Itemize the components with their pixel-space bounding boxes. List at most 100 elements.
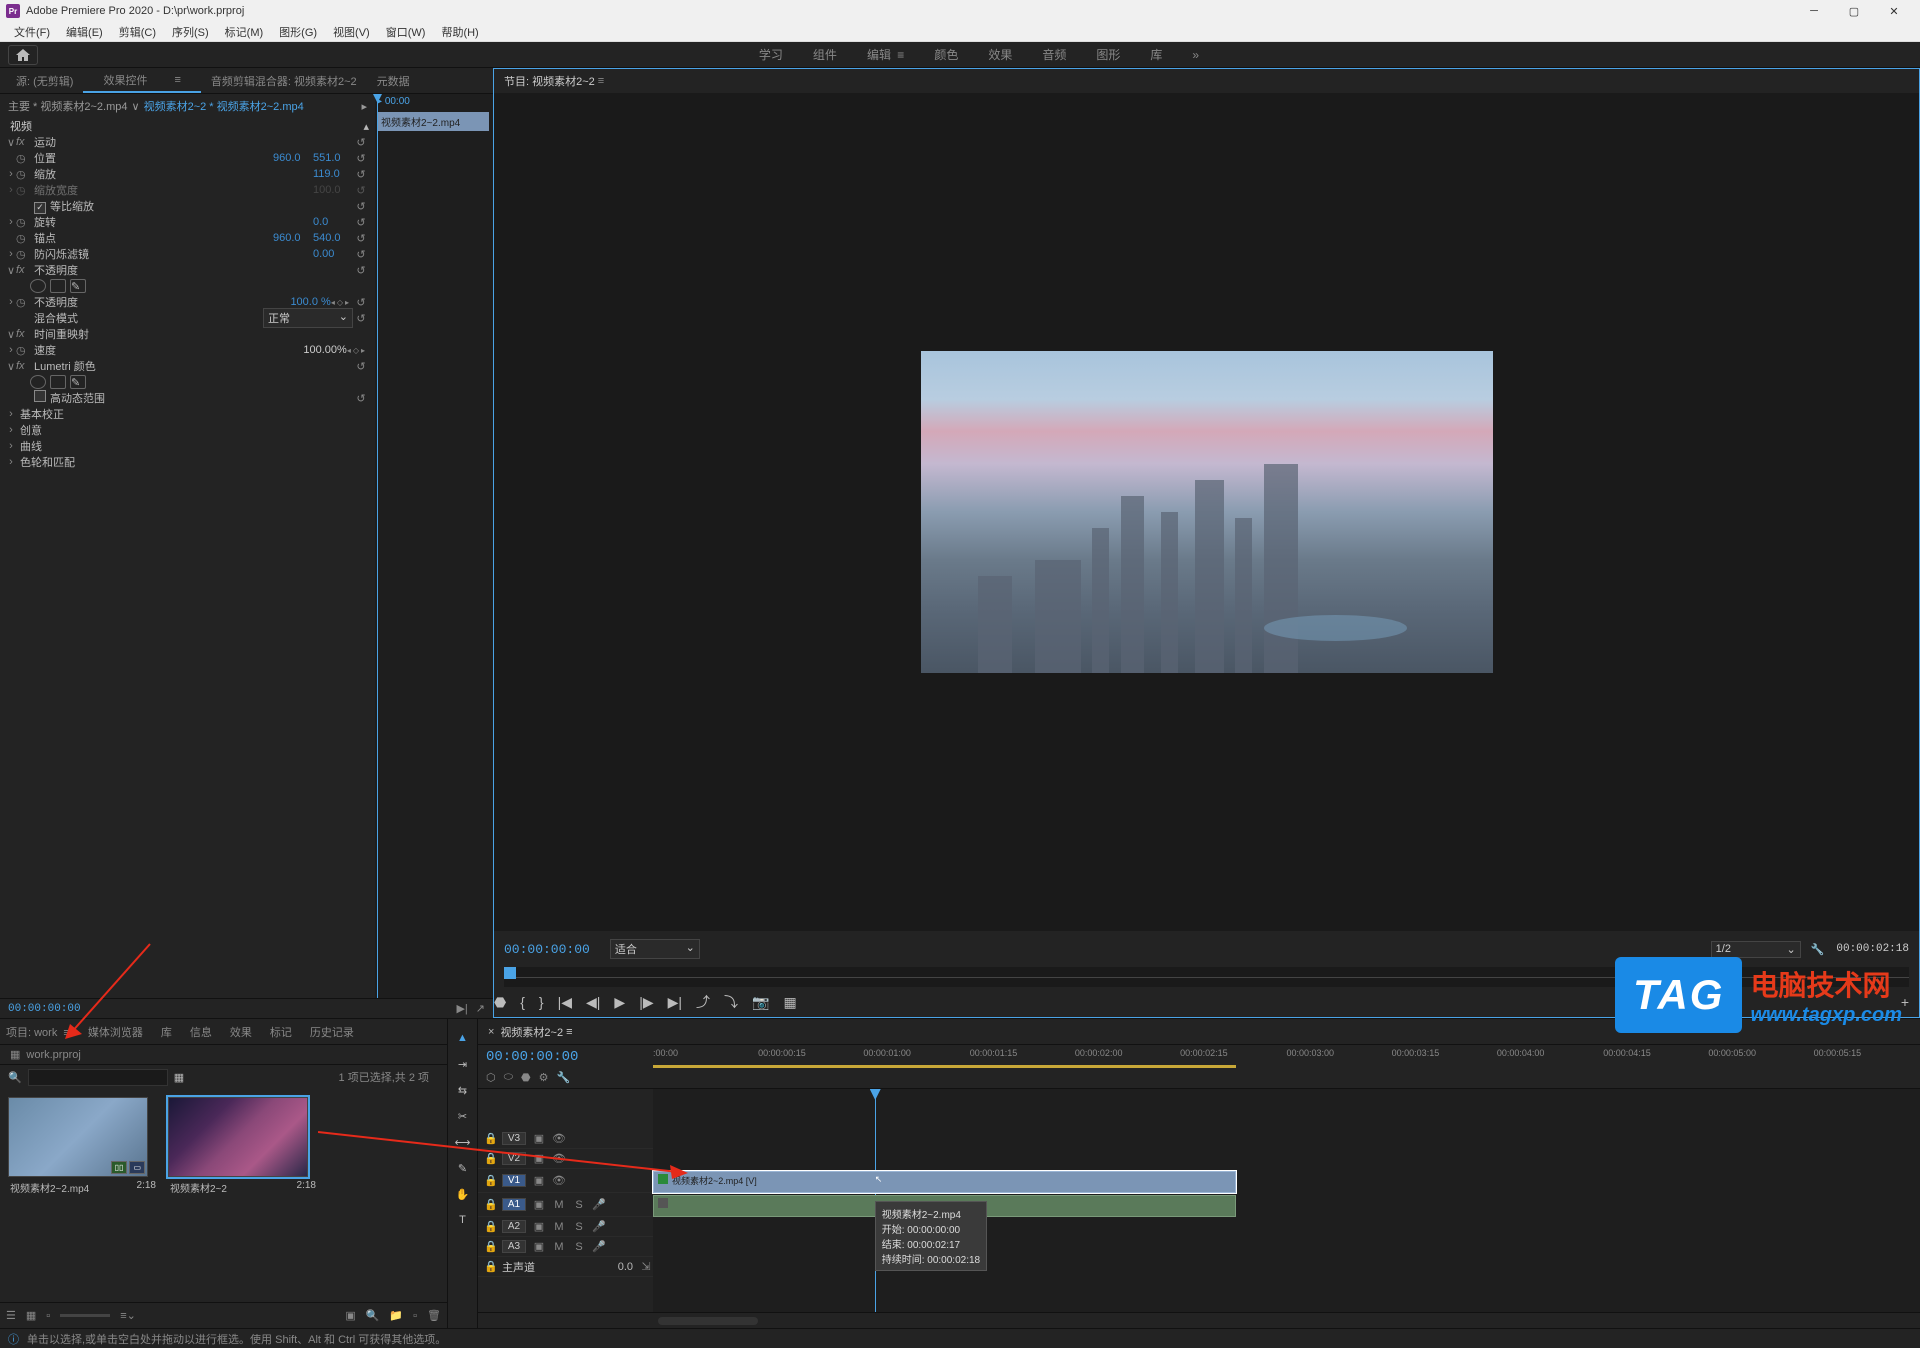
comparison-icon[interactable]: ▦ (783, 994, 796, 1011)
wrench-icon[interactable]: 🔧 (1811, 943, 1825, 956)
stopwatch-icon[interactable]: ◷ (16, 248, 30, 261)
pen-mask-button[interactable]: ✎ (70, 279, 86, 293)
ec-play-icon[interactable]: ▸ (361, 100, 367, 113)
loop-icon[interactable]: ▶| (456, 1002, 467, 1015)
blend-mode-select[interactable]: 正常⌄ (263, 308, 353, 328)
project-breadcrumb[interactable]: ▦ work.prproj (0, 1045, 447, 1065)
twirl-icon[interactable]: › (6, 248, 16, 260)
ec-timeline-area[interactable]: ▸ 00:00 视频素材2~2.mp4 (375, 94, 493, 998)
menu-clip[interactable]: 剪辑(C) (111, 24, 164, 40)
ellipse-mask-button[interactable] (30, 375, 46, 389)
track-header-a2[interactable]: 🔒A2▣MS🎤 (478, 1217, 653, 1237)
master-level[interactable]: 0.0 (618, 1261, 633, 1273)
tab-history[interactable]: 历史记录 (310, 1024, 354, 1040)
scale-value[interactable]: 119.0 (313, 168, 353, 180)
reset-icon[interactable]: ↺ (353, 296, 369, 309)
bin-item-clip[interactable]: ▯▯▭ 视频素材2~2.mp42:18 (8, 1097, 158, 1198)
page-select[interactable]: 1/2⌄ (1711, 941, 1801, 958)
anchor-y-value[interactable]: 540.0 (313, 232, 353, 244)
home-icon[interactable] (8, 45, 38, 65)
twirl-icon[interactable]: ∨ (6, 136, 16, 149)
solo-icon[interactable]: S (572, 1241, 586, 1253)
twirl-icon[interactable]: ∨ (6, 360, 16, 373)
uniform-scale-checkbox[interactable] (34, 202, 46, 214)
ellipse-mask-button[interactable] (30, 279, 46, 293)
settings-icon[interactable]: ⚙ (539, 1071, 549, 1084)
tab-project[interactable]: 项目: work ≡ (6, 1024, 70, 1040)
menu-markers[interactable]: 标记(M) (217, 24, 272, 40)
wrench-icon[interactable]: 🔧 (557, 1071, 571, 1084)
workspace-tab-library[interactable]: 库 (1150, 46, 1162, 63)
lock-icon[interactable]: 🔒 (484, 1198, 496, 1211)
prev-keyframe-icon[interactable]: ◂ (347, 346, 351, 355)
rect-mask-button[interactable] (50, 279, 66, 293)
reset-icon[interactable]: ↺ (353, 168, 369, 181)
add-keyframe-icon[interactable]: ◇ (337, 298, 343, 307)
stopwatch-icon[interactable]: ◷ (16, 232, 30, 245)
mute-icon[interactable]: M (552, 1241, 566, 1253)
bin-thumbnail[interactable]: ▯▯▭ (8, 1097, 148, 1177)
twirl-icon[interactable]: › (6, 216, 16, 228)
timeline-timecode[interactable]: 00:00:00:00 (486, 1049, 645, 1065)
opacity-value[interactable]: 100.0 % (290, 296, 330, 308)
export-frame-icon[interactable]: 📷 (752, 994, 769, 1011)
mute-icon[interactable]: M (552, 1199, 566, 1211)
lock-icon[interactable]: 🔒 (484, 1260, 496, 1273)
twirl-icon[interactable]: ∨ (6, 264, 16, 277)
next-keyframe-icon[interactable]: ▸ (361, 346, 365, 355)
new-bin-icon[interactable]: 📁 (389, 1309, 403, 1322)
stopwatch-icon[interactable]: ◷ (16, 152, 30, 165)
stopwatch-icon[interactable]: ◷ (16, 168, 30, 181)
bin-thumbnail[interactable] (168, 1097, 308, 1177)
ec-playhead[interactable] (377, 94, 378, 998)
sort-icon[interactable]: ≡⌄ (120, 1309, 136, 1322)
ec-curves[interactable]: 曲线 (16, 438, 369, 454)
marker-icon[interactable]: ⬣ (494, 994, 506, 1011)
workspace-tab-learn[interactable]: 学习 (759, 46, 783, 63)
reset-icon[interactable]: ↺ (353, 264, 369, 277)
reset-icon[interactable]: ↺ (353, 392, 369, 405)
speed-value[interactable]: 100.00% (303, 344, 346, 356)
ec-collapse-icon[interactable]: ▴ (363, 120, 369, 133)
trash-icon[interactable]: 🗑 (427, 1309, 441, 1322)
new-item-icon[interactable]: ▫ (413, 1310, 417, 1322)
voiceover-icon[interactable]: 🎤 (592, 1240, 606, 1253)
program-playhead[interactable] (504, 967, 516, 979)
workspace-tab-audio[interactable]: 音频 (1042, 46, 1066, 63)
rect-mask-button[interactable] (50, 375, 66, 389)
stopwatch-icon[interactable]: ◷ (16, 216, 30, 229)
menu-edit[interactable]: 编辑(E) (58, 24, 111, 40)
eye-icon[interactable]: 👁 (552, 1132, 566, 1145)
freeform-icon[interactable]: ▫ (46, 1310, 50, 1322)
reset-icon[interactable]: ↺ (353, 312, 369, 325)
razor-tool-icon[interactable]: ✂ (454, 1107, 472, 1125)
tab-effect-controls[interactable]: 效果控件 ≡ (83, 68, 200, 93)
hdr-checkbox[interactable] (34, 390, 46, 402)
linked-selection-icon[interactable]: ⬭ (504, 1071, 513, 1084)
track-select-tool-icon[interactable]: ⇥ (454, 1055, 472, 1073)
menu-file[interactable]: 文件(F) (6, 24, 58, 40)
voiceover-icon[interactable]: 🎤 (592, 1220, 606, 1233)
bin-item-sequence[interactable]: 视频素材2~22:18 (168, 1097, 318, 1198)
timeline-scrollbar[interactable] (478, 1312, 1920, 1328)
zoom-fit-select[interactable]: 适合⌄ (610, 939, 700, 959)
tab-effects[interactable]: 效果 (230, 1024, 252, 1040)
ec-color-wheels[interactable]: 色轮和匹配 (16, 454, 369, 470)
sync-lock-icon[interactable]: ▣ (532, 1220, 546, 1233)
tab-markers[interactable]: 标记 (270, 1024, 292, 1040)
step-back-icon[interactable]: ◀| (586, 994, 600, 1011)
anchor-x-value[interactable]: 960.0 (273, 232, 313, 244)
sync-lock-icon[interactable]: ▣ (532, 1152, 546, 1165)
minimize-button[interactable]: ─ (1794, 0, 1834, 22)
workspace-tab-color[interactable]: 颜色 (934, 46, 958, 63)
track-name[interactable]: A3 (502, 1240, 526, 1253)
lock-icon[interactable]: 🔒 (484, 1240, 496, 1253)
menu-window[interactable]: 窗口(W) (378, 24, 434, 40)
program-timecode[interactable]: 00:00:00:00 (504, 942, 590, 957)
thumbnail-size-slider[interactable] (60, 1314, 110, 1317)
voiceover-icon[interactable]: 🎤 (592, 1198, 606, 1211)
track-header-v3[interactable]: 🔒V3▣👁 (478, 1129, 653, 1149)
project-bins[interactable]: ▯▯▭ 视频素材2~2.mp42:18 视频素材2~22:18 (0, 1089, 447, 1302)
eye-icon[interactable]: 👁 (552, 1174, 566, 1187)
sync-lock-icon[interactable]: ▣ (532, 1198, 546, 1211)
